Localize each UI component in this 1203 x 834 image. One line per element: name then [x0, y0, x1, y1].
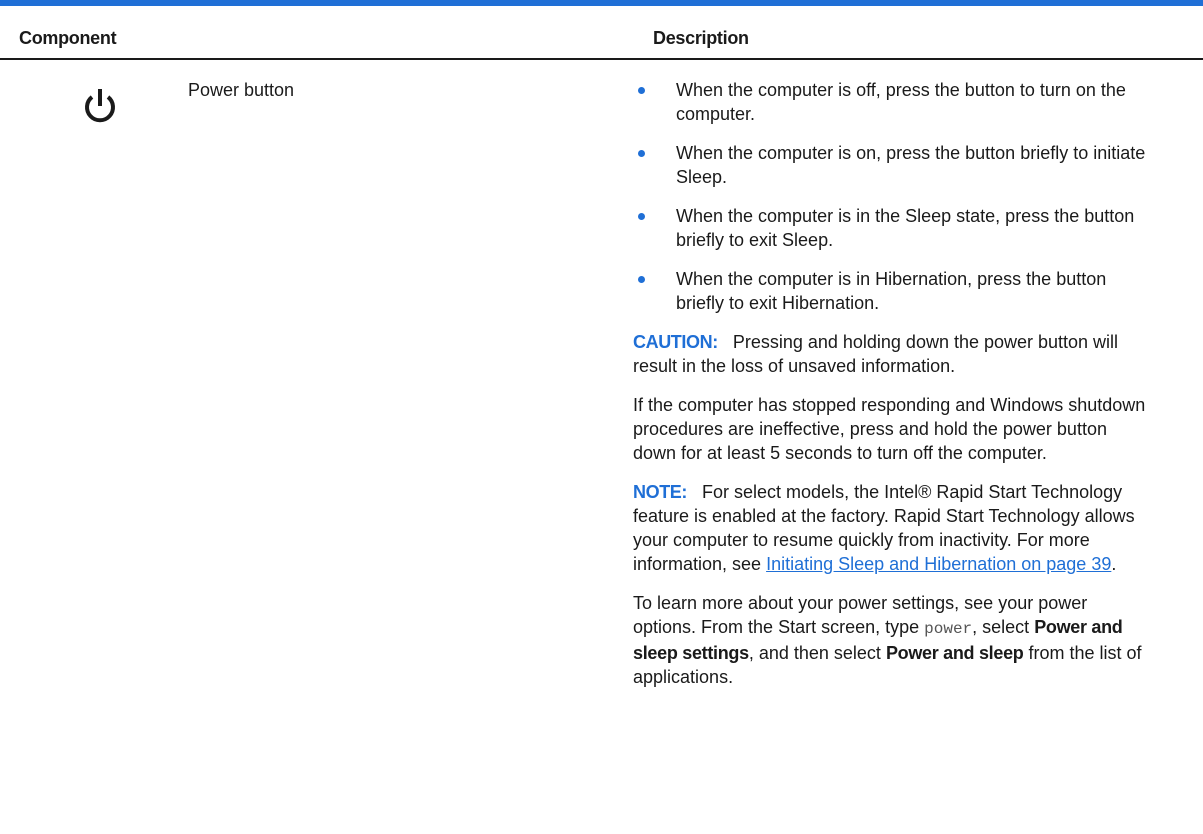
bullet-text: When the computer is in Hibernation, pre… [676, 269, 1107, 313]
bullet-icon [638, 87, 645, 94]
power-icon [85, 89, 115, 123]
sleep-hibernation-link[interactable]: Initiating Sleep and Hibernation on page… [766, 554, 1111, 574]
bullet-icon [638, 276, 645, 283]
list-item: When the computer is in the Sleep state,… [633, 204, 1146, 252]
bullet-text: When the computer is off, press the butt… [676, 80, 1126, 124]
list-item: When the computer is on, press the butto… [633, 141, 1146, 189]
document-page: Component Description Power button When … [0, 0, 1203, 834]
header-component: Component [19, 28, 117, 48]
bullet-text: When the computer is in the Sleep state,… [676, 206, 1135, 250]
bullet-icon [638, 150, 645, 157]
settings-text-2: , select [972, 617, 1035, 637]
note-label: NOTE: [633, 482, 687, 502]
bullet-list: When the computer is off, press the butt… [633, 78, 1163, 315]
settings-code: power [924, 620, 973, 638]
bullet-text: When the computer is on, press the butto… [676, 143, 1146, 187]
component-name: Power button [188, 80, 295, 100]
list-item: When the computer is off, press the butt… [633, 78, 1146, 126]
settings-bold-2: Power and sleep [885, 643, 1024, 663]
unresponsive-paragraph: If the computer has stopped responding a… [633, 395, 1146, 463]
header-description: Description [653, 28, 749, 48]
header-rule [0, 58, 1203, 60]
note-period: . [1111, 554, 1117, 574]
note-paragraph: NOTE: For select models, the Intel® Rapi… [633, 480, 1151, 576]
caution-paragraph: CAUTION: Pressing and holding down the p… [633, 330, 1151, 378]
list-item: When the computer is in Hibernation, pre… [633, 267, 1146, 315]
table-header-row: Component Description [0, 6, 1203, 58]
settings-text-3: , and then select [748, 643, 886, 663]
description-cell: When the computer is off, press the butt… [633, 78, 1163, 704]
caution-label: CAUTION: [633, 332, 718, 352]
settings-paragraph: To learn more about your power settings,… [633, 591, 1151, 689]
bullet-icon [638, 213, 645, 220]
